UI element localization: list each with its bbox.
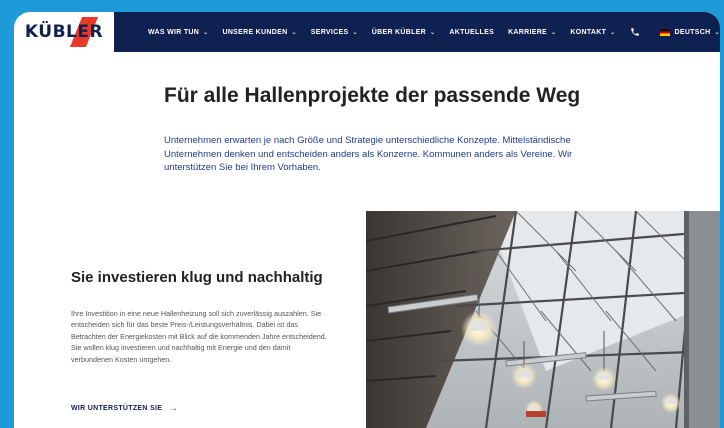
chevron-down-icon: ⌄ (551, 29, 557, 36)
nav-item-label: ÜBER KÜBLER (371, 28, 427, 36)
phone-button[interactable] (630, 27, 640, 37)
chevron-down-icon: ⌄ (203, 29, 209, 36)
intro-paragraph: Unternehmen erwarten je nach Größe und S… (164, 135, 573, 173)
main-navigation: KÜBLER WAS WIR TUN ⌄ UNSERE KUNDEN ⌄ SER… (14, 12, 720, 52)
chevron-down-icon: ⌄ (714, 29, 720, 36)
section-body: Ihre Investition in eine neue Hallenheiz… (71, 309, 327, 364)
nav-item-label: WAS WIR TUN (148, 28, 200, 36)
browser-frame: KÜBLER WAS WIR TUN ⌄ UNSERE KUNDEN ⌄ SER… (14, 12, 720, 428)
cta-label: WIR UNTERSTÜTZEN SIE (71, 405, 163, 412)
arrow-right-icon: → (168, 403, 179, 414)
language-label: DEUTSCH (674, 28, 711, 36)
language-selector[interactable]: DEUTSCH ⌄ (659, 28, 720, 36)
section-title: Sie investieren klug und nachhaltig (71, 269, 323, 286)
kuebler-logo[interactable]: KÜBLER (14, 12, 114, 52)
hall-roof-image (366, 211, 720, 428)
nav-item-label: SERVICES (310, 28, 349, 36)
nav-item-kontakt[interactable]: KONTAKT ⌄ (570, 29, 615, 36)
cta-link[interactable]: WIR UNTERSTÜTZEN SIE → (71, 403, 178, 414)
page-title: Für alle Hallenprojekte der passende Weg (164, 84, 581, 107)
de-flag-icon (659, 28, 670, 36)
hall-roof-illustration (366, 211, 720, 428)
nav-item-karriere[interactable]: KARRIERE ⌄ (508, 29, 556, 36)
nav-item-unsere-kunden[interactable]: UNSERE KUNDEN ⌄ (222, 29, 296, 36)
nav-item-ueber-kuebler[interactable]: ÜBER KÜBLER ⌄ (372, 29, 436, 36)
phone-icon (630, 28, 639, 36)
chevron-down-icon: ⌄ (610, 29, 616, 36)
nav-menu: WAS WIR TUN ⌄ UNSERE KUNDEN ⌄ SERVICES ⌄… (148, 12, 720, 52)
logo-text: KÜBLER (24, 22, 104, 42)
nav-item-label: AKTUELLES (449, 28, 495, 36)
nav-item-label: UNSERE KUNDEN (222, 28, 288, 36)
chevron-down-icon: ⌄ (291, 29, 297, 36)
nav-item-aktuelles[interactable]: AKTUELLES (449, 29, 494, 36)
nav-item-label: KARRIERE (508, 28, 548, 36)
nav-item-was-wir-tun[interactable]: WAS WIR TUN ⌄ (148, 29, 208, 36)
chevron-down-icon: ⌄ (352, 29, 358, 36)
nav-item-services[interactable]: SERVICES ⌄ (311, 29, 358, 36)
nav-item-label: KONTAKT (570, 28, 607, 36)
chevron-down-icon: ⌄ (430, 29, 436, 36)
